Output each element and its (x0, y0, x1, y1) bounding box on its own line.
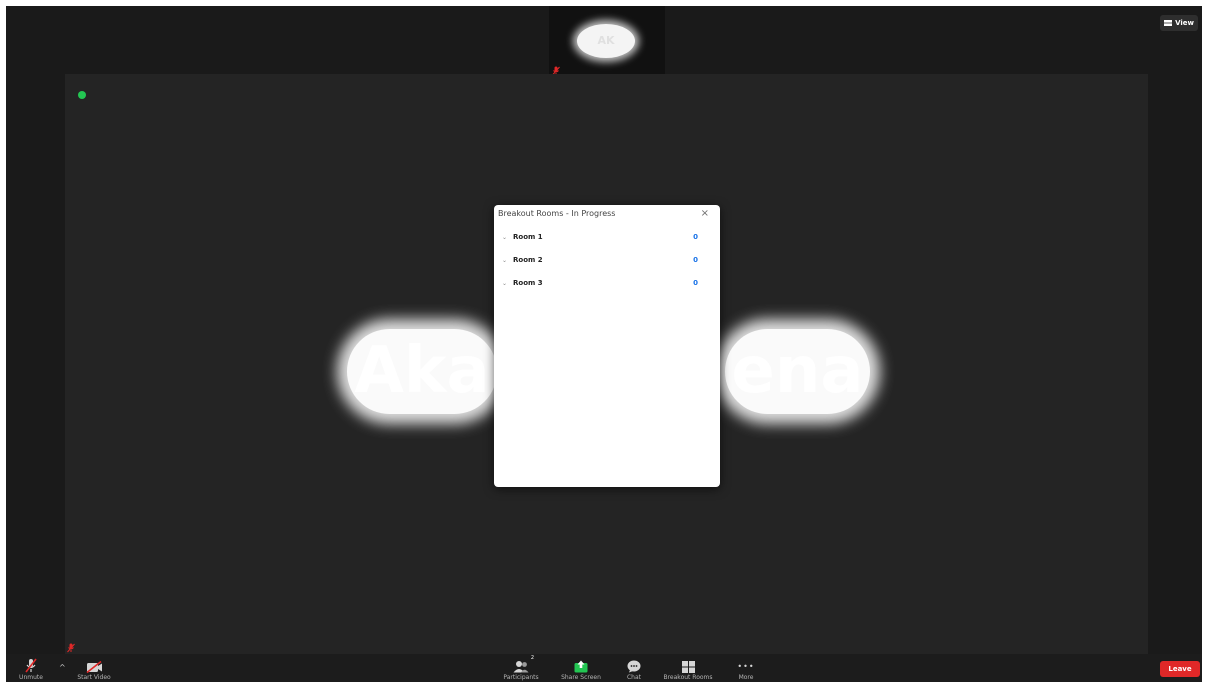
unmute-label: Unmute (19, 674, 43, 681)
people-icon (513, 661, 529, 673)
zoom-meeting-window: AK View Aka ena Breakout Rooms - In Prog… (6, 6, 1202, 682)
more-label: More (738, 674, 754, 681)
participants-button[interactable]: 2 Participants (499, 655, 543, 682)
room-row[interactable]: ⌄ Room 2 0 (502, 253, 698, 267)
more-dots-icon: ••• (737, 662, 755, 671)
participant-thumbnail[interactable]: AK (549, 6, 665, 76)
muted-mic-icon (67, 643, 75, 653)
room-participant-count: 0 (693, 256, 698, 264)
chevron-down-icon[interactable]: ⌄ (502, 234, 513, 241)
participants-label: Participants (503, 674, 539, 681)
thumbnail-name: AK (577, 24, 635, 58)
share-screen-icon (574, 660, 588, 673)
room-row[interactable]: ⌄ Room 1 0 (502, 230, 698, 244)
meeting-toolbar: Unmute ^ Start Video 2 Participants Shar… (6, 654, 1202, 682)
participant-name-right: ena (725, 329, 870, 414)
participant-name-left: Aka (347, 329, 497, 414)
view-button[interactable]: View (1160, 15, 1198, 31)
chevron-down-icon[interactable]: ⌄ (502, 257, 513, 264)
close-icon[interactable]: × (701, 208, 709, 219)
room-row[interactable]: ⌄ Room 3 0 (502, 276, 698, 290)
grid-icon (1164, 20, 1173, 26)
room-label: Room 1 (513, 233, 543, 241)
more-button[interactable]: ••• More (732, 657, 760, 682)
panel-title: Breakout Rooms - In Progress (498, 209, 616, 218)
start-video-label: Start Video (77, 674, 111, 681)
room-participant-count: 0 (693, 233, 698, 241)
share-screen-button[interactable]: Share Screen (559, 657, 603, 682)
room-label: Room 2 (513, 256, 543, 264)
view-label: View (1175, 19, 1194, 27)
participant-count-badge: 2 (530, 655, 534, 661)
breakout-rooms-panel: Breakout Rooms - In Progress × ⌄ Room 1 … (494, 205, 720, 487)
microphone-muted-icon (25, 658, 37, 673)
chat-label: Chat (626, 674, 642, 681)
chat-bubble-icon (627, 660, 641, 673)
audio-options-chevron-up-icon[interactable]: ^ (59, 663, 66, 672)
share-screen-label: Share Screen (561, 674, 601, 681)
chat-button[interactable]: Chat (618, 657, 650, 682)
room-participant-count: 0 (693, 279, 698, 287)
shield-icon[interactable] (78, 91, 86, 99)
breakout-rooms-button[interactable]: Breakout Rooms (659, 657, 717, 682)
video-off-icon (86, 661, 102, 673)
chevron-down-icon[interactable]: ⌄ (502, 280, 513, 287)
breakout-rooms-label: Breakout Rooms (663, 674, 713, 681)
room-label: Room 3 (513, 279, 543, 287)
breakout-rooms-icon (681, 661, 695, 673)
leave-button[interactable]: Leave (1160, 661, 1200, 677)
start-video-button[interactable]: Start Video (72, 657, 116, 682)
unmute-button[interactable]: Unmute (14, 657, 48, 682)
